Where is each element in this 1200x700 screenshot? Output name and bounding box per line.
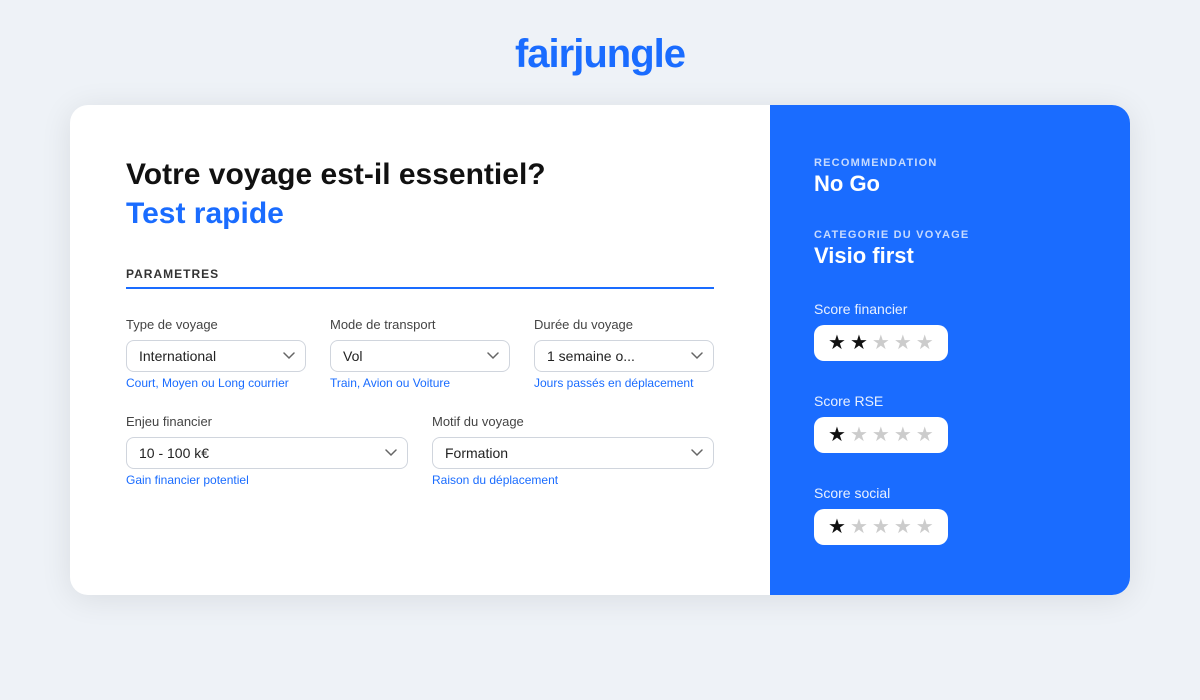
star-s1: ★ xyxy=(828,517,846,537)
label-mode-transport: Mode de transport xyxy=(330,317,510,332)
score-rse-row: Score RSE ★ ★ ★ ★ ★ xyxy=(814,393,1086,453)
param-motif-voyage: Motif du voyage Formation Client Interne… xyxy=(432,414,714,487)
star-f2: ★ xyxy=(850,333,868,353)
hint-duree-voyage: Jours passés en déplacement xyxy=(534,376,714,390)
star-s4: ★ xyxy=(894,517,912,537)
select-mode-transport[interactable]: Vol Train Voiture xyxy=(330,340,510,372)
section-label: PARAMETRES xyxy=(126,267,714,281)
recommendation-label: RECOMMENDATION xyxy=(814,157,1086,169)
subtitle: Test rapide xyxy=(126,197,714,231)
select-enjeu-financier[interactable]: 10 - 100 k€ < 10 k€ > 100 k€ xyxy=(126,437,408,469)
main-card: Votre voyage est-il essentiel? Test rapi… xyxy=(70,105,1130,595)
star-s3: ★ xyxy=(872,517,890,537)
label-motif-voyage: Motif du voyage xyxy=(432,414,714,429)
star-r4: ★ xyxy=(894,425,912,445)
left-panel: Votre voyage est-il essentiel? Test rapi… xyxy=(70,105,770,595)
hint-enjeu-financier: Gain financier potentiel xyxy=(126,473,408,487)
star-f3: ★ xyxy=(872,333,890,353)
select-duree-voyage[interactable]: 1 semaine o... < 1 semaine > 1 semaine xyxy=(534,340,714,372)
star-r1: ★ xyxy=(828,425,846,445)
star-s5: ★ xyxy=(916,517,934,537)
star-f5: ★ xyxy=(916,333,934,353)
star-f1: ★ xyxy=(828,333,846,353)
score-social-row: Score social ★ ★ ★ ★ ★ xyxy=(814,485,1086,545)
recommendation-row: RECOMMENDATION No Go xyxy=(814,157,1086,197)
select-type-voyage[interactable]: International National Local xyxy=(126,340,306,372)
section-divider xyxy=(126,287,714,289)
score-financier-row: Score financier ★ ★ ★ ★ ★ xyxy=(814,301,1086,361)
score-rse-label: Score RSE xyxy=(814,393,1086,409)
score-financier-stars: ★ ★ ★ ★ ★ xyxy=(814,325,948,361)
params-grid-top: Type de voyage International National Lo… xyxy=(126,317,714,390)
categorie-row: CATEGORIE DU VOYAGE Visio first xyxy=(814,229,1086,269)
score-financier-label: Score financier xyxy=(814,301,1086,317)
star-s2: ★ xyxy=(850,517,868,537)
categorie-label: CATEGORIE DU VOYAGE xyxy=(814,229,1086,241)
params-grid-bottom: Enjeu financier 10 - 100 k€ < 10 k€ > 10… xyxy=(126,414,714,487)
hint-type-voyage: Court, Moyen ou Long courrier xyxy=(126,376,306,390)
right-panel: RECOMMENDATION No Go CATEGORIE DU VOYAGE… xyxy=(770,105,1130,595)
score-rse-stars: ★ ★ ★ ★ ★ xyxy=(814,417,948,453)
param-mode-transport: Mode de transport Vol Train Voiture Trai… xyxy=(330,317,510,390)
hint-motif-voyage: Raison du déplacement xyxy=(432,473,714,487)
param-type-voyage: Type de voyage International National Lo… xyxy=(126,317,306,390)
categorie-value: Visio first xyxy=(814,243,1086,269)
logo: fairjungle xyxy=(515,32,685,77)
star-r2: ★ xyxy=(850,425,868,445)
score-social-stars: ★ ★ ★ ★ ★ xyxy=(814,509,948,545)
score-social-label: Score social xyxy=(814,485,1086,501)
star-r5: ★ xyxy=(916,425,934,445)
header: fairjungle xyxy=(0,0,1200,105)
star-r3: ★ xyxy=(872,425,890,445)
select-motif-voyage[interactable]: Formation Client Interne Recrutement xyxy=(432,437,714,469)
label-duree-voyage: Durée du voyage xyxy=(534,317,714,332)
star-f4: ★ xyxy=(894,333,912,353)
main-title: Votre voyage est-il essentiel? xyxy=(126,157,714,193)
recommendation-value: No Go xyxy=(814,171,1086,197)
label-enjeu-financier: Enjeu financier xyxy=(126,414,408,429)
param-duree-voyage: Durée du voyage 1 semaine o... < 1 semai… xyxy=(534,317,714,390)
param-enjeu-financier: Enjeu financier 10 - 100 k€ < 10 k€ > 10… xyxy=(126,414,408,487)
label-type-voyage: Type de voyage xyxy=(126,317,306,332)
hint-mode-transport: Train, Avion ou Voiture xyxy=(330,376,510,390)
logo-text: fairjungle xyxy=(515,32,685,76)
